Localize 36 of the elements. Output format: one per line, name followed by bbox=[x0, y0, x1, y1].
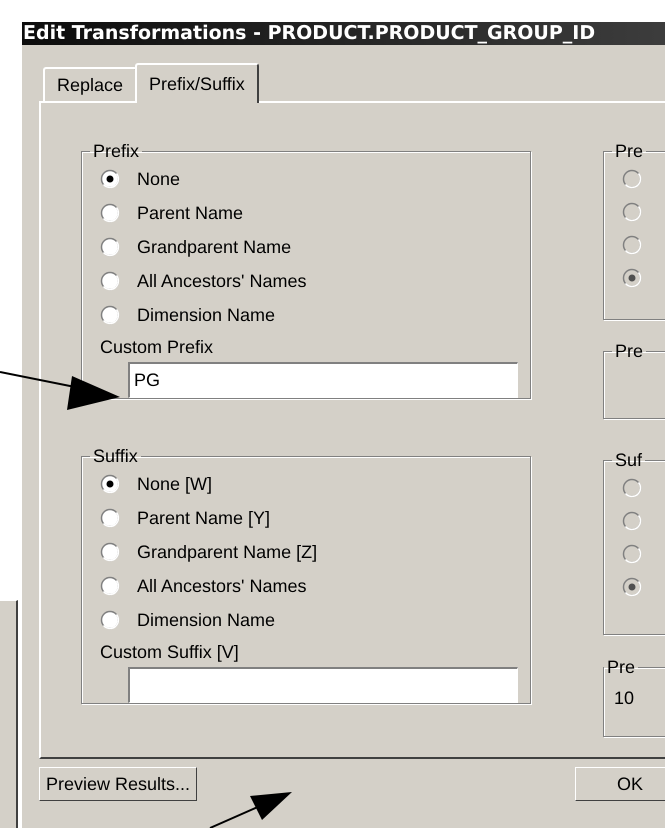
radio-label: Grandparent Name bbox=[137, 236, 292, 258]
radio-button[interactable] bbox=[100, 169, 120, 189]
radio-button[interactable] bbox=[100, 203, 120, 223]
window-title: Edit Transformations - PRODUCT.PRODUCT_GROUP_ID bbox=[22, 22, 665, 45]
radio-label: None bbox=[137, 168, 180, 190]
radio-label: All Ancestors' Names bbox=[137, 270, 306, 292]
radio-label: Dimension Name bbox=[137, 610, 276, 630]
field-label: Custom Prefix bbox=[100, 336, 214, 359]
radio-label: Grandparent Name [Z] bbox=[137, 542, 318, 562]
radio-label: Parent Name bbox=[137, 202, 244, 224]
radio-button[interactable] bbox=[100, 305, 120, 325]
group-title: Prefix bbox=[92, 141, 140, 162]
radio-button[interactable] bbox=[100, 237, 120, 257]
radio-label: Dimension Name bbox=[137, 304, 276, 326]
value-text: 10 bbox=[614, 687, 636, 709]
radio-button[interactable] bbox=[100, 508, 120, 528]
tab[interactable]: Replace bbox=[43, 67, 138, 101]
radio-label: None [W] bbox=[137, 474, 212, 494]
group-title: Pre bbox=[606, 657, 636, 678]
radio-button[interactable] bbox=[100, 474, 120, 494]
radio-label: All Ancestors' Names bbox=[137, 576, 306, 596]
radio-button[interactable] bbox=[100, 542, 120, 562]
input-field[interactable]: PG bbox=[128, 362, 518, 398]
radio-label: Parent Name [Y] bbox=[137, 508, 270, 528]
preview-button[interactable]: Preview Results... bbox=[39, 767, 198, 801]
group-title: Suffix bbox=[92, 446, 139, 467]
input-field[interactable] bbox=[128, 667, 518, 703]
field-label: Custom Suffix [V] bbox=[100, 641, 240, 664]
radio-button[interactable] bbox=[100, 576, 120, 596]
group-title: Suf bbox=[614, 450, 644, 471]
radio-button[interactable] bbox=[100, 271, 120, 291]
tab[interactable]: Prefix/Suffix bbox=[135, 63, 259, 103]
radio-button[interactable] bbox=[100, 610, 120, 630]
group-title: Pre bbox=[614, 141, 644, 162]
ok-button[interactable]: OK bbox=[575, 767, 665, 801]
group-title: Pre bbox=[614, 341, 644, 362]
